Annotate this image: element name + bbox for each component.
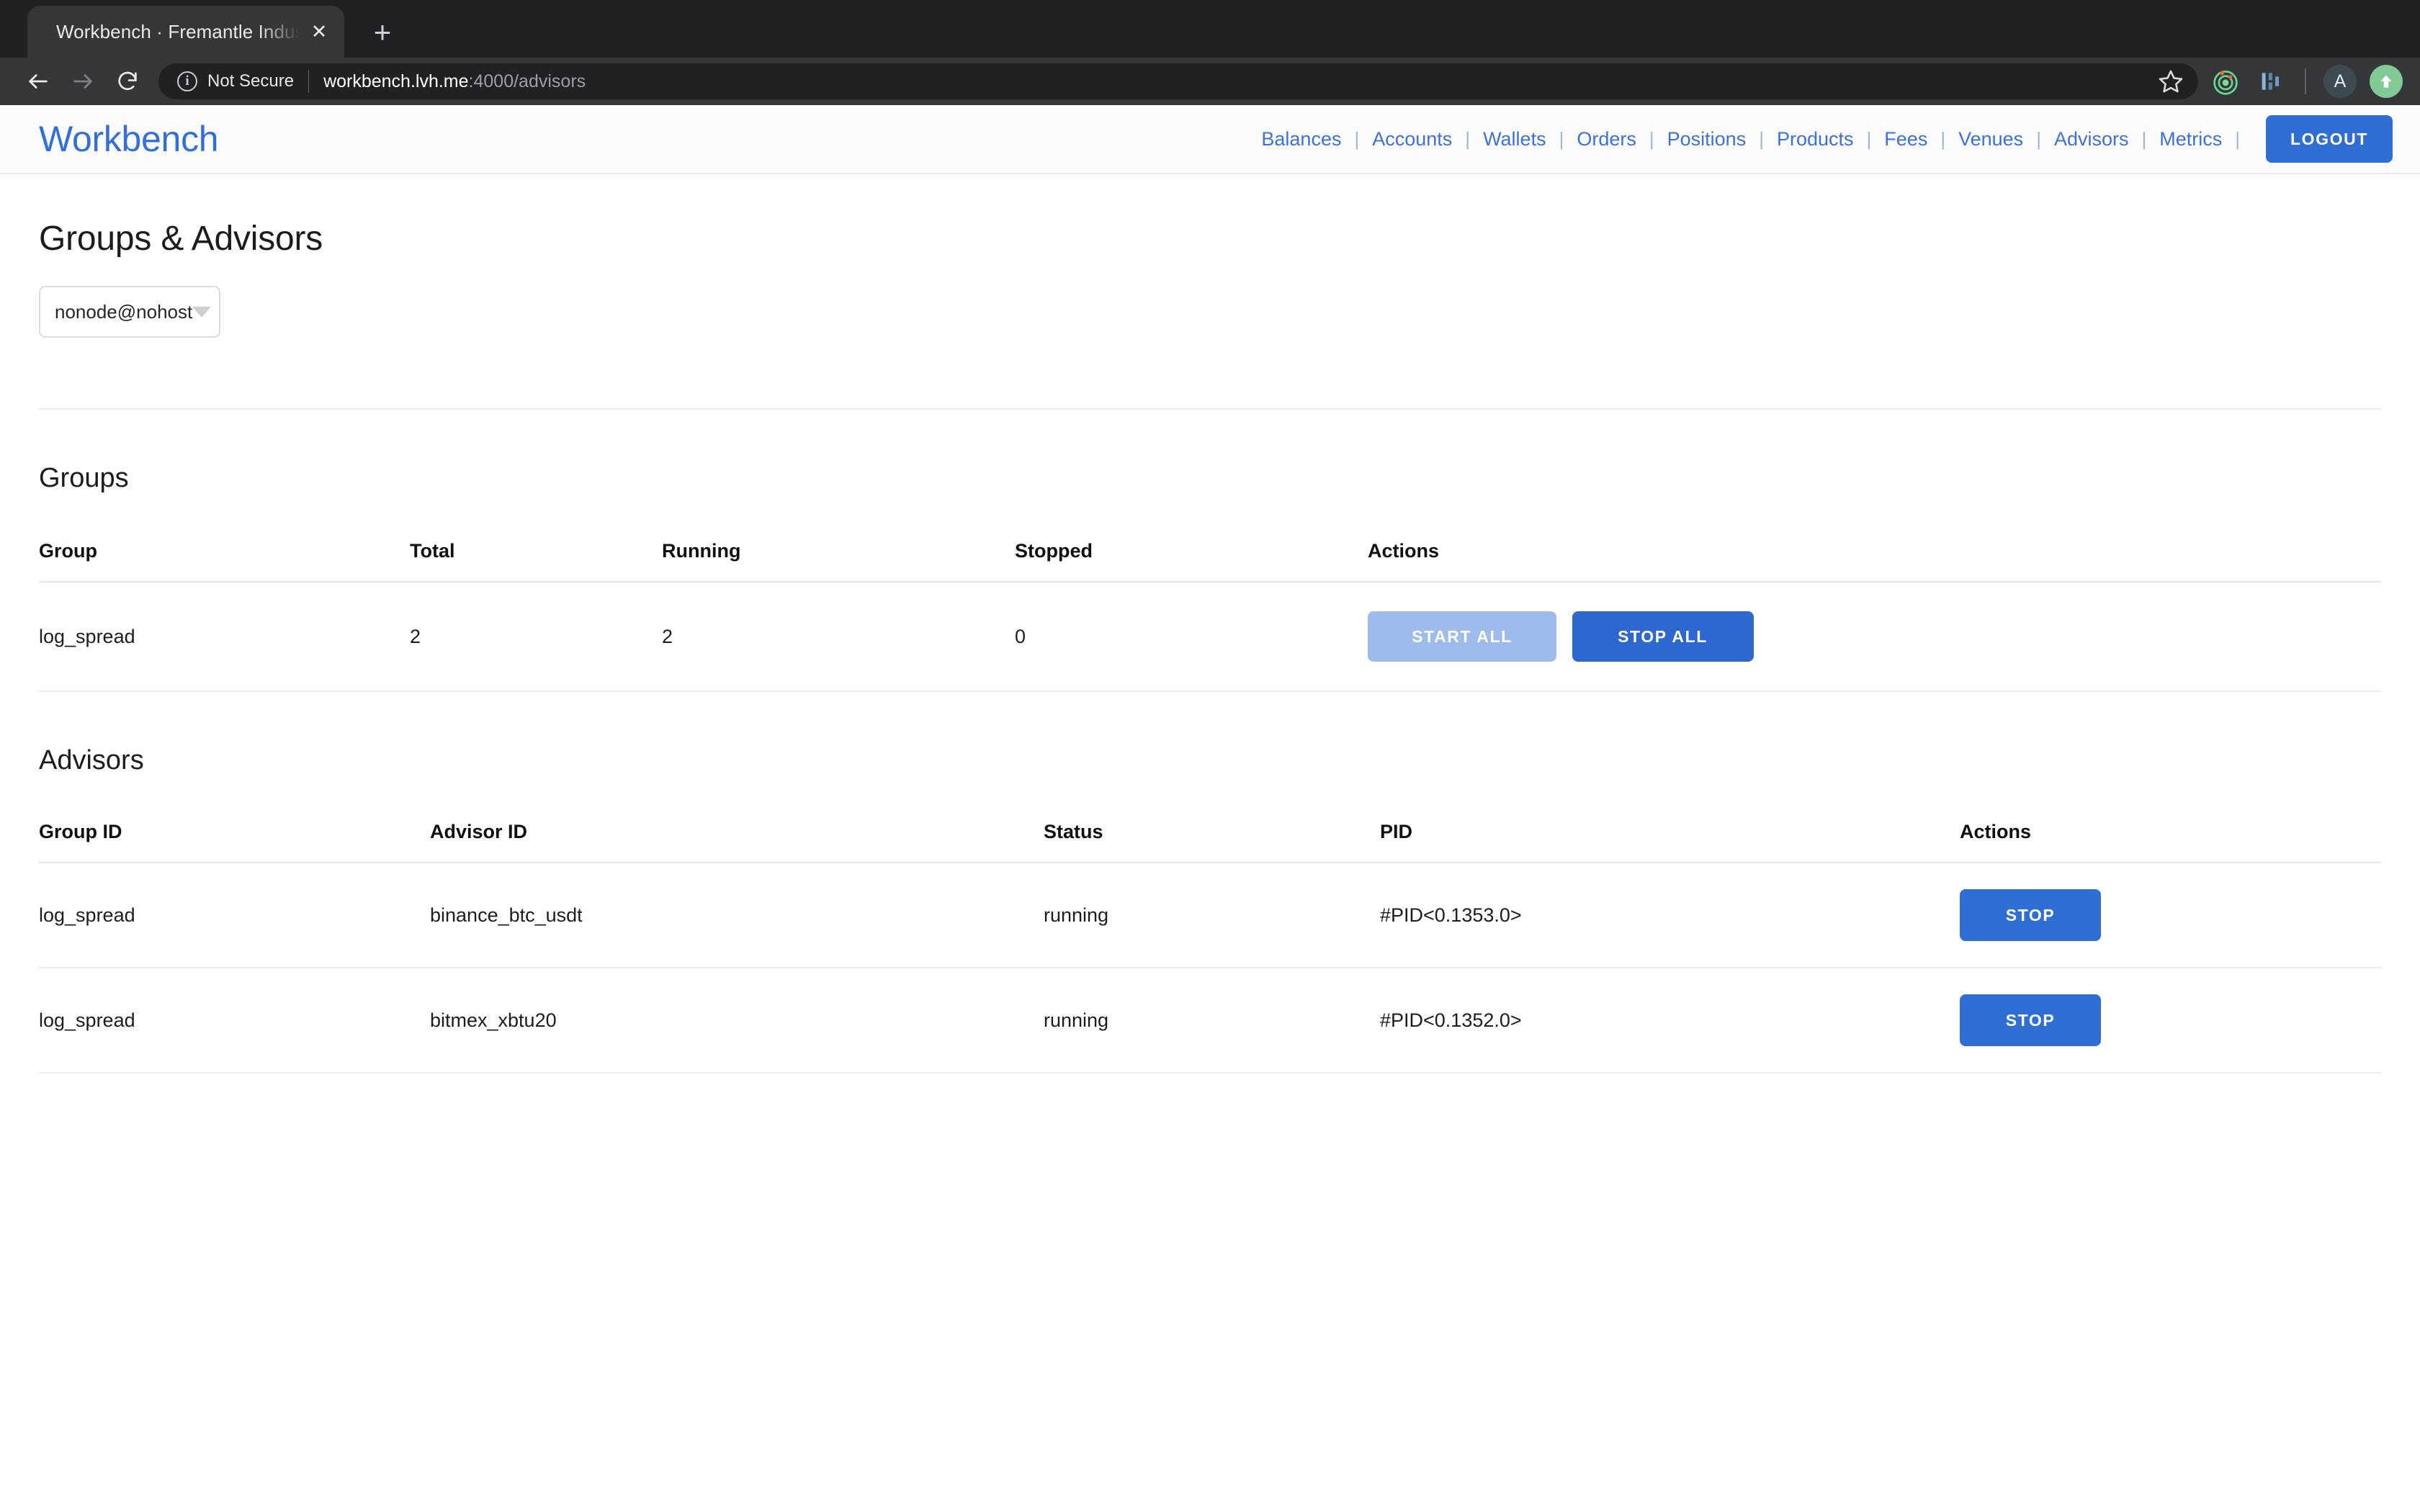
groups-section-title: Groups xyxy=(39,463,2381,494)
tab-title: Workbench · Fremantle Industri xyxy=(56,21,302,43)
avatar[interactable]: A xyxy=(2323,65,2357,98)
advisors-col-actions: Actions xyxy=(1960,821,2381,863)
main-nav: Balances | Accounts | Wallets | Orders |… xyxy=(1258,115,2393,163)
advisors-section-title: Advisors xyxy=(39,745,2381,776)
advisors-col-group-id: Group ID xyxy=(39,821,430,863)
back-icon[interactable] xyxy=(16,59,60,104)
groups-col-stopped: Stopped xyxy=(1015,540,1368,582)
bars-extension-icon[interactable] xyxy=(2249,59,2295,104)
app-logo[interactable]: Workbench xyxy=(39,118,218,160)
groups-col-running: Running xyxy=(662,540,1015,582)
reload-icon[interactable] xyxy=(105,59,150,104)
node-select[interactable]: nonode@nohost xyxy=(39,286,220,338)
nav-separator: | xyxy=(2225,128,2250,150)
table-row: log_spread binance_btc_usdt running #PID… xyxy=(39,863,2381,968)
advisors-cell-advisor-id: bitmex_xbtu20 xyxy=(430,968,1044,1073)
advisors-cell-group-id: log_spread xyxy=(39,863,430,968)
start-all-button[interactable]: START ALL xyxy=(1368,611,1556,662)
nav-item-fees[interactable]: Fees xyxy=(1881,128,1930,150)
logout-button[interactable]: LOGOUT xyxy=(2266,115,2393,163)
stop-button[interactable]: STOP xyxy=(1960,994,2101,1046)
toolbar-divider xyxy=(2305,68,2306,94)
url-host: workbench.lvh.me xyxy=(323,71,468,91)
browser-chrome: Workbench · Fremantle Industri ✕ + i Not… xyxy=(0,0,2420,105)
advisors-cell-actions: STOP xyxy=(1960,863,2381,968)
groups-cell-total: 2 xyxy=(410,582,662,691)
update-arrow-icon[interactable] xyxy=(2370,65,2403,98)
node-select-value: nonode@nohost xyxy=(55,301,192,323)
page-title: Groups & Advisors xyxy=(39,219,2381,258)
omnibox-divider xyxy=(308,70,309,93)
advisors-cell-status: running xyxy=(1044,968,1380,1073)
advisors-table-header-row: Group ID Advisor ID Status PID Actions xyxy=(39,821,2381,863)
bookmark-star-icon[interactable] xyxy=(2154,64,2188,99)
nav-separator: | xyxy=(1549,128,1574,150)
target-extension-icon[interactable] xyxy=(2202,59,2249,104)
advisors-col-advisor-id: Advisor ID xyxy=(430,821,1044,863)
nav-separator: | xyxy=(1639,128,1664,150)
nav-item-products[interactable]: Products xyxy=(1774,128,1857,150)
groups-col-actions: Actions xyxy=(1368,540,2381,582)
url-path: :4000/advisors xyxy=(469,71,586,91)
page-content: Groups & Advisors nonode@nohost Groups G… xyxy=(0,219,2420,1074)
groups-col-group: Group xyxy=(39,540,410,582)
nav-item-venues[interactable]: Venues xyxy=(1955,128,2026,150)
table-row: log_spread 2 2 0 START ALL STOP ALL xyxy=(39,582,2381,691)
advisors-cell-advisor-id: binance_btc_usdt xyxy=(430,863,1044,968)
groups-cell-actions: START ALL STOP ALL xyxy=(1368,582,2381,691)
advisors-cell-pid: #PID<0.1353.0> xyxy=(1380,863,1960,968)
table-row: log_spread bitmex_xbtu20 running #PID<0.… xyxy=(39,968,2381,1073)
advisors-cell-pid: #PID<0.1352.0> xyxy=(1380,968,1960,1073)
nav-separator: | xyxy=(1930,128,1955,150)
section-divider xyxy=(39,408,2381,410)
nav-separator: | xyxy=(2026,128,2051,150)
groups-cell-stopped: 0 xyxy=(1015,582,1368,691)
nav-item-orders[interactable]: Orders xyxy=(1574,128,1639,150)
omnibox[interactable]: i Not Secure workbench.lvh.me:4000/advis… xyxy=(158,63,2198,99)
new-tab-icon[interactable]: + xyxy=(360,10,405,55)
tab-strip: Workbench · Fremantle Industri ✕ + xyxy=(0,0,2420,58)
advisors-table: Group ID Advisor ID Status PID Actions l… xyxy=(39,821,2381,1074)
nav-separator: | xyxy=(1344,128,1369,150)
security-status: Not Secure xyxy=(207,71,294,91)
browser-toolbar: i Not Secure workbench.lvh.me:4000/advis… xyxy=(0,58,2420,105)
groups-col-total: Total xyxy=(410,540,662,582)
groups-cell-group: log_spread xyxy=(39,582,410,691)
app-header: Workbench Balances | Accounts | Wallets … xyxy=(0,105,2420,174)
nav-item-balances[interactable]: Balances xyxy=(1258,128,1344,150)
extension-icons: A xyxy=(2202,59,2403,104)
info-icon[interactable]: i xyxy=(177,71,197,91)
nav-item-advisors[interactable]: Advisors xyxy=(2051,128,2132,150)
nav-separator: | xyxy=(2131,128,2156,150)
advisors-cell-actions: STOP xyxy=(1960,968,2381,1073)
close-icon[interactable]: ✕ xyxy=(307,19,331,44)
url-text: workbench.lvh.me:4000/advisors xyxy=(323,71,586,92)
stop-all-button[interactable]: STOP ALL xyxy=(1572,611,1754,662)
stop-button[interactable]: STOP xyxy=(1960,889,2101,941)
nav-separator: | xyxy=(1749,128,1774,150)
groups-cell-running: 2 xyxy=(662,582,1015,691)
nav-item-wallets[interactable]: Wallets xyxy=(1480,128,1549,150)
nav-item-accounts[interactable]: Accounts xyxy=(1369,128,1455,150)
nav-item-metrics[interactable]: Metrics xyxy=(2156,128,2225,150)
browser-tab[interactable]: Workbench · Fremantle Industri ✕ xyxy=(27,6,344,58)
advisors-cell-status: running xyxy=(1044,863,1380,968)
chevron-down-icon xyxy=(192,307,211,318)
groups-table-header-row: Group Total Running Stopped Actions xyxy=(39,540,2381,582)
advisors-col-status: Status xyxy=(1044,821,1380,863)
groups-table: Group Total Running Stopped Actions log_… xyxy=(39,540,2381,692)
advisors-col-pid: PID xyxy=(1380,821,1960,863)
nav-separator: | xyxy=(1455,128,1480,150)
nav-item-positions[interactable]: Positions xyxy=(1664,128,1749,150)
forward-icon xyxy=(60,59,105,104)
nav-separator: | xyxy=(1857,128,1882,150)
advisors-cell-group-id: log_spread xyxy=(39,968,430,1073)
